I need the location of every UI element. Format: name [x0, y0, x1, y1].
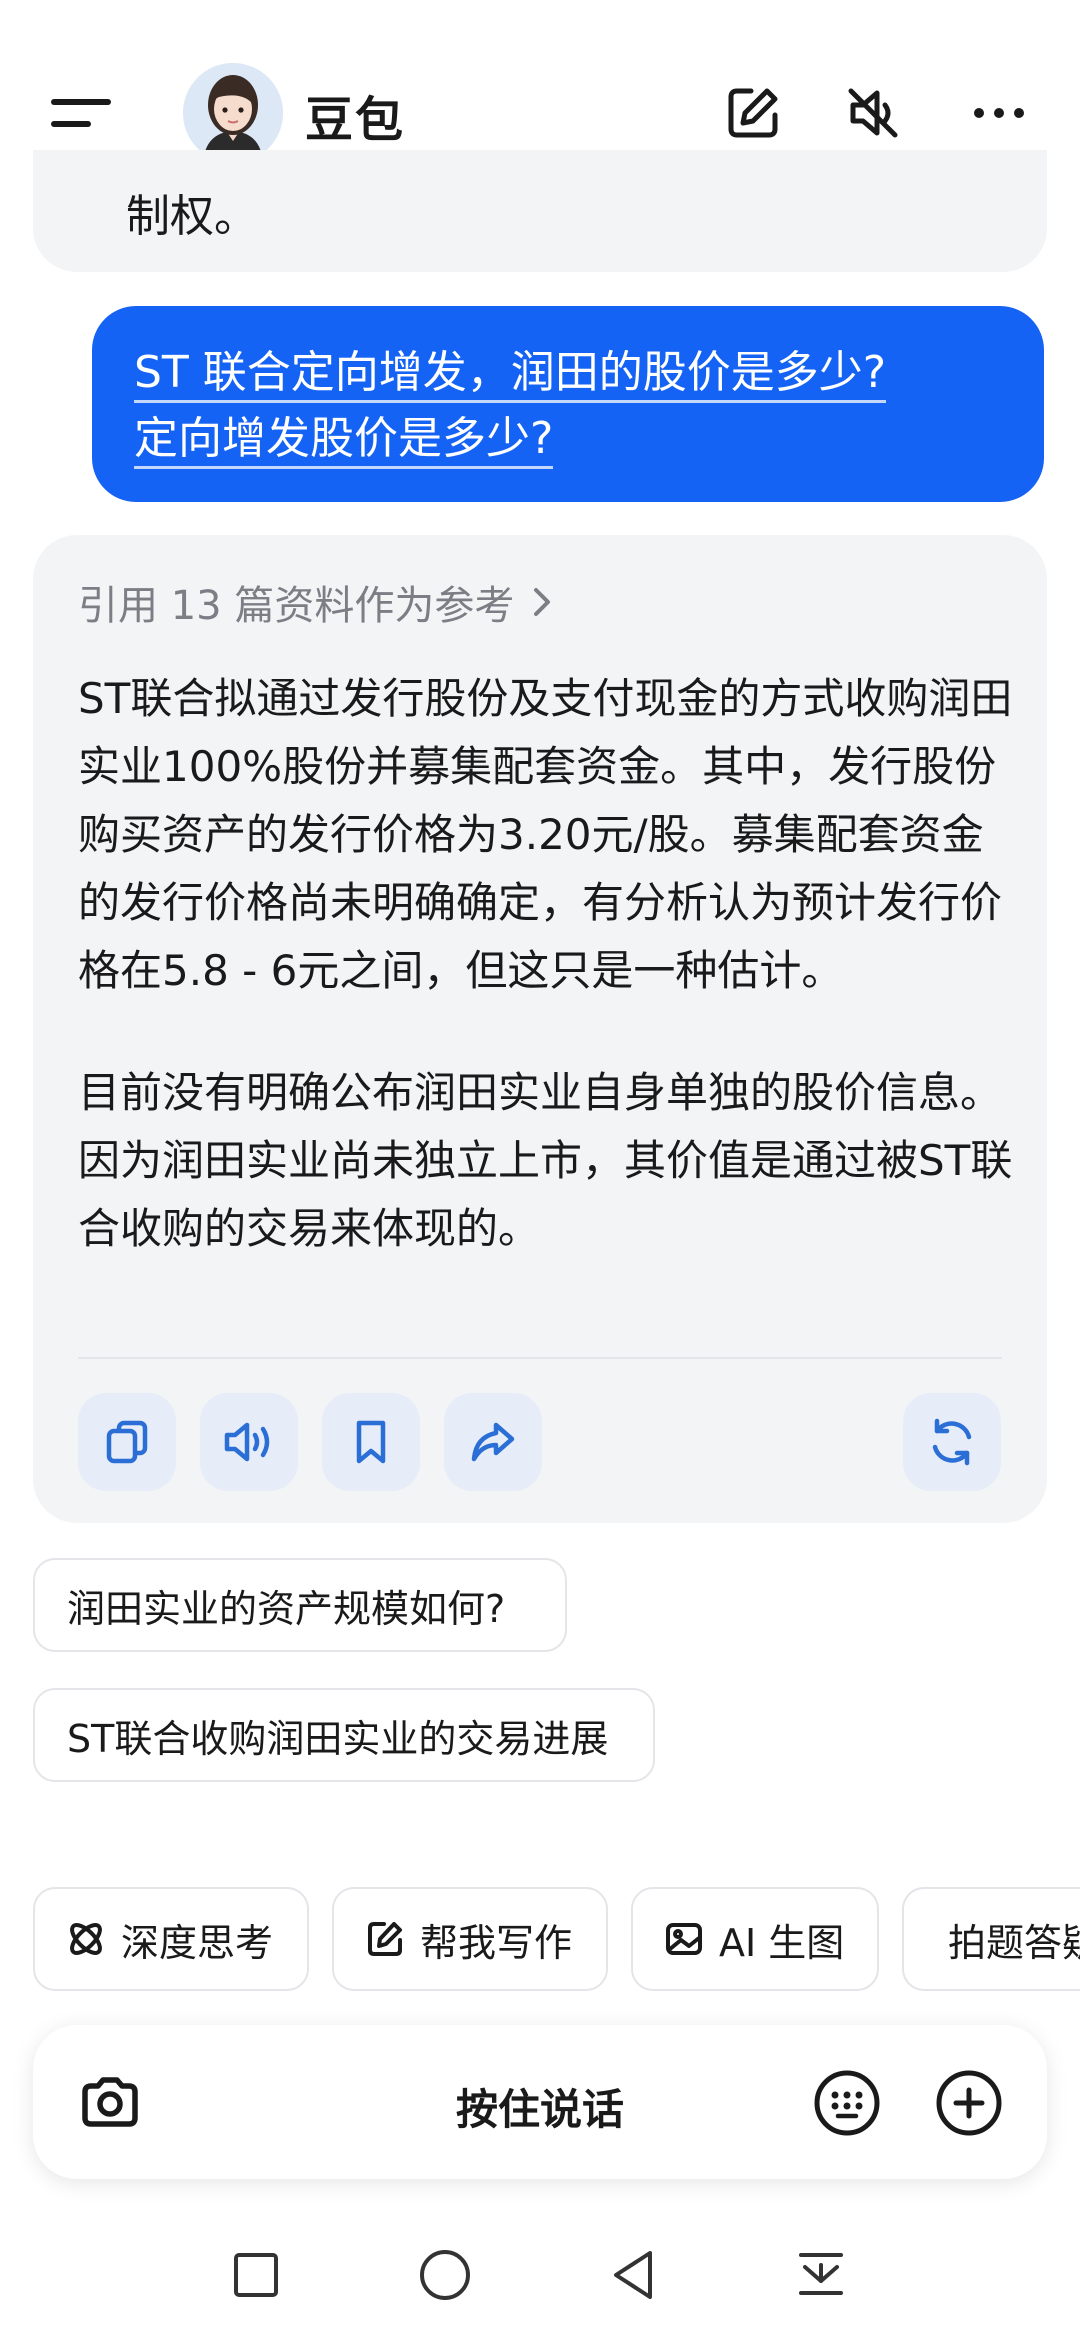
add-button[interactable]: [934, 2068, 1004, 2138]
tool-photo-question[interactable]: 拍题答疑: [902, 1887, 1080, 1991]
keyboard-button[interactable]: [812, 2068, 882, 2138]
back-triangle-icon: [614, 2251, 652, 2299]
recents-nav-button[interactable]: [221, 2240, 291, 2310]
tool-label: 拍题答疑: [948, 1920, 1080, 1965]
read-aloud-icon: [224, 1422, 270, 1462]
tool-label: 深度思考: [121, 1920, 274, 1965]
regenerate-icon: [932, 1418, 972, 1466]
image-icon: [666, 1923, 702, 1955]
more-icon[interactable]: [964, 78, 1034, 148]
camera-button[interactable]: [75, 2068, 145, 2138]
divider: [78, 1357, 1002, 1359]
suggestion-label: 润田实业的资产规模如何?: [67, 1586, 506, 1631]
user-message-line-1: ST 联合定向增发，润田的股价是多少?: [134, 347, 887, 403]
circle-icon: [420, 2250, 470, 2300]
chevron-right-icon: [534, 588, 551, 616]
answer-paragraph: 目前没有明确公布润田实业自身单独的股价信息。因为润田实业尚未独立上市，其价值是通…: [78, 1068, 1013, 1253]
plus-circle-icon: [936, 2070, 1002, 2136]
write-icon: [368, 1922, 402, 1956]
suggestion-chip[interactable]: ST联合收购润田实业的交易进展: [33, 1688, 655, 1782]
menu-icon[interactable]: [46, 86, 116, 146]
edit-icon[interactable]: [718, 78, 788, 148]
tool-ai-image[interactable]: AI 生图: [631, 1887, 879, 1991]
references-label: 引用 13 篇资料作为参考: [78, 583, 515, 629]
previous-answer-text: 制权。: [126, 191, 258, 242]
bookmark-icon: [356, 1420, 386, 1464]
share-icon: [471, 1422, 515, 1462]
chat-title: 豆包: [305, 92, 406, 148]
pull-down-icon: [799, 2253, 843, 2295]
notification-nav-button[interactable]: [786, 2240, 856, 2310]
copy-icon: [106, 1420, 148, 1464]
tool-label: 帮我写作: [420, 1920, 573, 1965]
suggestion-chip[interactable]: 润田实业的资产规模如何?: [33, 1558, 567, 1652]
keyboard-icon: [814, 2070, 880, 2136]
tool-write[interactable]: 帮我写作: [332, 1887, 608, 1991]
tool-label: AI 生图: [719, 1920, 845, 1965]
references-link[interactable]: 引用 13 篇资料作为参考: [78, 573, 556, 631]
camera-icon: [82, 2077, 138, 2127]
regenerate-button[interactable]: [903, 1393, 1001, 1491]
hold-to-talk-button[interactable]: 按住说话: [355, 2076, 725, 2137]
copy-button[interactable]: [78, 1393, 176, 1491]
bookmark-button[interactable]: [322, 1393, 420, 1491]
user-message-text: ST 联合定向增发，润田的股价是多少? 定向增发股价是多少?: [134, 340, 994, 472]
tool-deep-think[interactable]: 深度思考: [33, 1887, 309, 1991]
back-nav-button[interactable]: [599, 2240, 669, 2310]
home-nav-button[interactable]: [410, 2240, 480, 2310]
user-message-line-2: 定向增发股价是多少?: [134, 413, 554, 469]
share-button[interactable]: [444, 1393, 542, 1491]
answer-paragraph: ST联合拟通过发行股份及支付现金的方式收购润田实业100%股份并募集配套资金。其…: [78, 674, 1013, 995]
square-icon: [234, 2253, 278, 2297]
avatar[interactable]: [183, 63, 283, 163]
read-aloud-button[interactable]: [200, 1393, 298, 1491]
suggestion-label: ST联合收购润田实业的交易进展: [67, 1716, 609, 1761]
deep-think-icon: [70, 1923, 102, 1955]
speaker-muted-icon[interactable]: [838, 78, 908, 148]
answer-body: ST联合拟通过发行股份及支付现金的方式收购润田实业100%股份并募集配套资金。其…: [78, 665, 1018, 1317]
